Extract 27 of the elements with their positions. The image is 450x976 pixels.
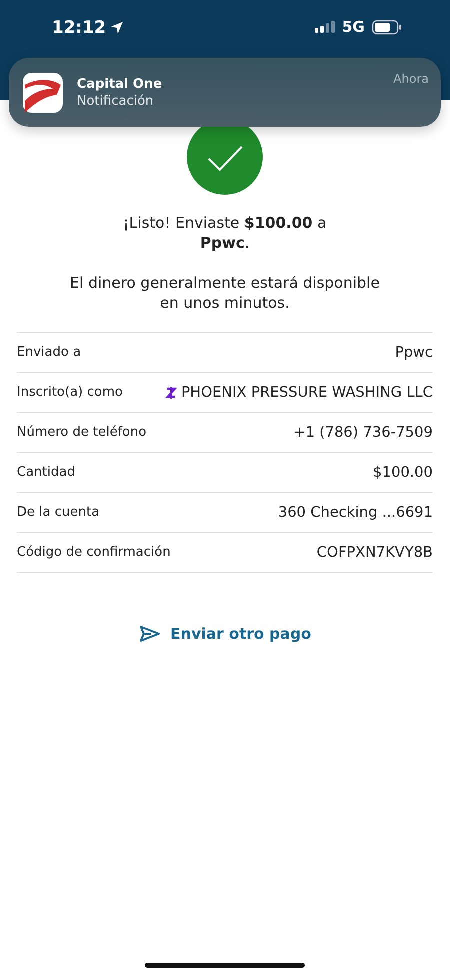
- detail-value: Ppwc: [395, 344, 433, 360]
- detail-label: Número de teléfono: [17, 425, 147, 440]
- notification-banner[interactable]: Capital One Notificación Ahora: [9, 58, 441, 127]
- notification-time: Ahora: [394, 72, 429, 86]
- detail-value: 360 Checking ...6691: [278, 504, 433, 520]
- success-message: ¡Listo! Enviaste $100.00 a Ppwc.: [122, 213, 328, 253]
- location-arrow-icon: [110, 21, 124, 35]
- detail-label: Enviado a: [17, 345, 82, 360]
- detail-value: COFPXN7KVY8B: [316, 544, 433, 560]
- detail-value: +1 (786) 736-7509: [294, 424, 433, 440]
- detail-label: Código de confirmación: [17, 545, 171, 560]
- notification-app-name: Capital One: [77, 76, 164, 92]
- notification-text: Notificación: [77, 94, 155, 108]
- send-another-payment-button[interactable]: Enviar otro pago: [134, 621, 316, 647]
- zelle-icon: [165, 386, 178, 400]
- network-label: 5G: [342, 18, 365, 36]
- detail-label: Inscrito(a) como: [17, 385, 123, 400]
- battery-icon: [372, 20, 402, 34]
- signal-icon: [315, 21, 336, 33]
- app-logo-icon: [23, 72, 63, 112]
- status-time: 12:12: [52, 18, 124, 38]
- detail-value: PHOENIX PRESSURE WASHING LLC: [181, 384, 433, 400]
- send-icon: [138, 625, 161, 643]
- detail-label: De la cuenta: [17, 505, 100, 520]
- detail-label: Cantidad: [17, 465, 76, 480]
- availability-note: El dinero generalmente estará disponible en unos minutos.: [69, 273, 381, 313]
- detail-value: $100.00: [373, 464, 433, 480]
